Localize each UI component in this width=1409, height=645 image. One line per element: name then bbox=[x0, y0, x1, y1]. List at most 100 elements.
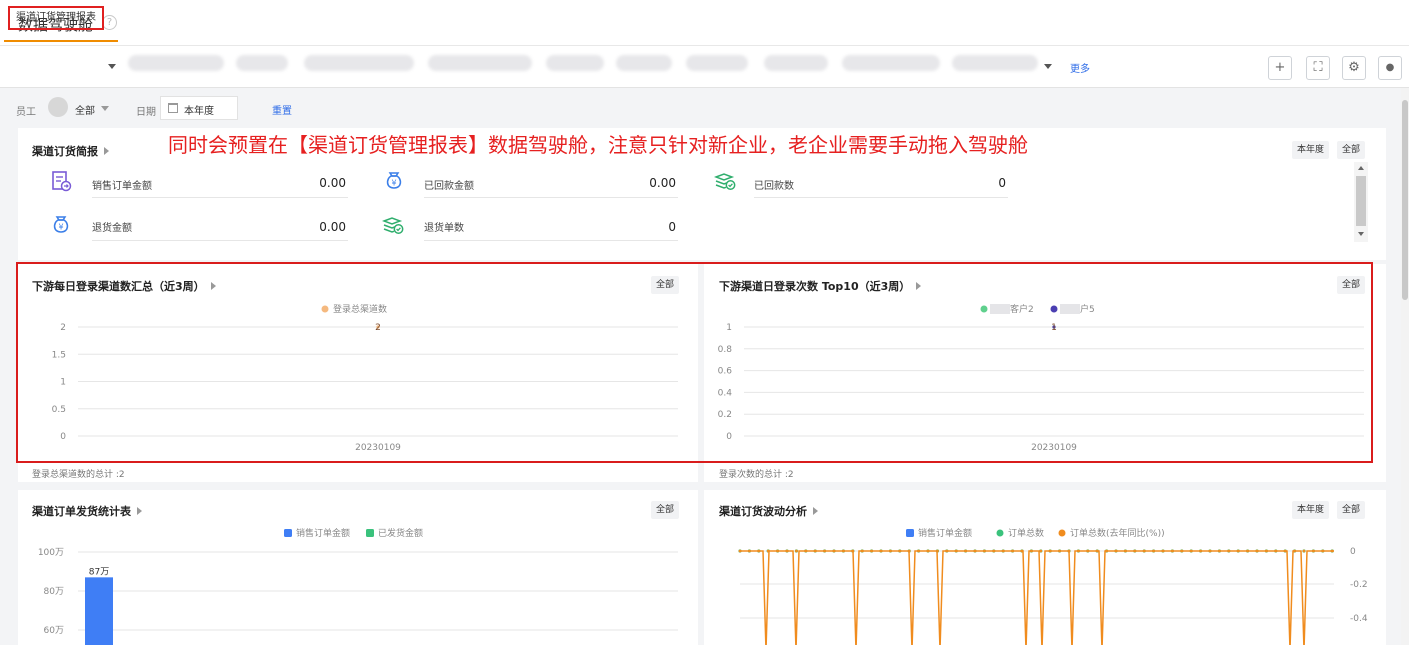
data-point bbox=[1001, 549, 1005, 553]
legend-swatch bbox=[980, 305, 988, 313]
data-point bbox=[1302, 549, 1306, 553]
data-point bbox=[1142, 549, 1146, 553]
avatar[interactable] bbox=[48, 97, 68, 117]
data-point bbox=[776, 549, 779, 553]
data-point bbox=[889, 549, 892, 553]
kpi-value: 0.00 bbox=[319, 176, 346, 190]
all-chip[interactable]: 全部 bbox=[1337, 276, 1366, 294]
fullscreen-icon[interactable]: ⛶ bbox=[1306, 56, 1330, 80]
redacted-tab[interactable] bbox=[304, 55, 414, 71]
x-tick-label: 20230109 bbox=[355, 443, 401, 453]
employee-label: 员工 bbox=[16, 107, 36, 118]
employee-select[interactable]: 全部 bbox=[75, 102, 95, 117]
data-point bbox=[1246, 549, 1249, 553]
kpi-label: 已回款金额 bbox=[424, 181, 474, 192]
chevron-down-icon[interactable] bbox=[108, 64, 116, 69]
redacted-tab[interactable] bbox=[236, 55, 288, 71]
help-icon[interactable]: ? bbox=[102, 15, 117, 30]
scroll-up-icon[interactable] bbox=[1358, 166, 1364, 170]
data-point bbox=[813, 549, 817, 553]
data-point bbox=[992, 549, 996, 553]
chevron-down-icon[interactable] bbox=[101, 106, 109, 111]
data-point bbox=[983, 549, 986, 553]
data-point bbox=[1152, 549, 1155, 553]
data-point bbox=[964, 549, 967, 553]
data-point bbox=[1208, 549, 1212, 553]
data-point bbox=[1161, 549, 1165, 553]
kpi-value: 0 bbox=[998, 176, 1006, 190]
chevron-down-icon[interactable] bbox=[1044, 64, 1052, 69]
shipment-chart: 60万 80万 100万 销售订单金额 已发货金额 87万 bbox=[38, 527, 678, 645]
data-point bbox=[832, 549, 836, 553]
active-tab-indicator bbox=[4, 40, 118, 42]
data-point bbox=[1199, 549, 1202, 553]
login-chart-title[interactable]: 下游每日登录渠道数汇总（近3周） bbox=[32, 278, 216, 294]
shipment-chart-title-text: 渠道订单发货统计表 bbox=[32, 505, 131, 518]
add-icon[interactable]: + bbox=[1268, 56, 1292, 80]
scroll-down-icon[interactable] bbox=[1358, 232, 1364, 236]
kpi-label: 退货金额 bbox=[92, 223, 132, 234]
data-point bbox=[804, 549, 808, 553]
kpi-divider bbox=[92, 240, 348, 241]
redacted-tab[interactable] bbox=[842, 55, 940, 71]
data-point bbox=[879, 549, 883, 553]
svg-text:¥: ¥ bbox=[391, 179, 396, 188]
data-point bbox=[1189, 549, 1193, 553]
kpi-divider bbox=[424, 240, 678, 241]
shield-icon[interactable]: ● bbox=[1378, 56, 1402, 80]
redacted-tab[interactable] bbox=[616, 55, 672, 71]
all-chip[interactable]: 全部 bbox=[651, 276, 680, 294]
summary-title[interactable]: 渠道订货简报 bbox=[32, 143, 109, 159]
legend-label: 已发货金额 bbox=[378, 527, 423, 539]
cash-stack-icon bbox=[714, 173, 736, 190]
data-point bbox=[1020, 549, 1024, 553]
expand-arrow-icon bbox=[916, 282, 922, 290]
all-chip[interactable]: 全部 bbox=[1337, 141, 1366, 159]
all-chip[interactable]: 全部 bbox=[1337, 501, 1366, 519]
data-point bbox=[870, 549, 873, 553]
reset-button[interactable]: 重置 bbox=[272, 102, 292, 117]
redacted-tab[interactable] bbox=[952, 55, 1038, 71]
legend-swatch bbox=[1058, 529, 1066, 537]
all-chip[interactable]: 全部 bbox=[651, 501, 680, 519]
kpi-label: 销售订单金额 bbox=[92, 181, 152, 192]
y-tick-label: 0.6 bbox=[718, 367, 733, 377]
legend-label: 订单总数 bbox=[1008, 527, 1044, 539]
redacted-tab[interactable] bbox=[428, 55, 532, 71]
data-point bbox=[1227, 549, 1231, 553]
kpi-value: 0 bbox=[668, 220, 676, 234]
date-value: 本年度 bbox=[184, 106, 214, 117]
legend-label: 登录总渠道数 bbox=[333, 303, 387, 315]
y-tick-label: 2 bbox=[60, 323, 66, 333]
page-scrollbar-thumb[interactable] bbox=[1402, 100, 1408, 300]
fluctuation-chart-title-text: 渠道订货波动分析 bbox=[719, 505, 807, 518]
redacted-tab[interactable] bbox=[128, 55, 224, 71]
legend-swatch bbox=[321, 305, 329, 313]
y-tick-label: 0 bbox=[60, 432, 66, 442]
summary-scrollbar-thumb[interactable] bbox=[1356, 176, 1366, 226]
title-bar: 数据驾驶舱 ? bbox=[0, 0, 1409, 46]
data-point bbox=[1011, 549, 1014, 553]
redacted-tab[interactable] bbox=[546, 55, 604, 71]
redacted-tab[interactable] bbox=[764, 55, 828, 71]
year-chip[interactable]: 本年度 bbox=[1292, 141, 1330, 159]
top10-chart-title[interactable]: 下游渠道日登录次数 Top10（近3周） bbox=[719, 278, 922, 294]
summary-title-text: 渠道订货简报 bbox=[32, 145, 98, 158]
y-tick-label: 1.5 bbox=[52, 350, 66, 360]
more-tabs-link[interactable]: 更多 bbox=[1070, 60, 1090, 75]
data-point bbox=[1180, 549, 1184, 553]
legend-label: 客户2 bbox=[1010, 303, 1034, 315]
data-point bbox=[1124, 549, 1127, 553]
calendar-icon bbox=[168, 103, 178, 113]
settings-icon[interactable]: ⚙ bbox=[1342, 56, 1366, 80]
redacted-tab[interactable] bbox=[686, 55, 748, 71]
fluctuation-chart-title[interactable]: 渠道订货波动分析 bbox=[719, 503, 818, 519]
data-point bbox=[1312, 549, 1315, 553]
data-point bbox=[936, 549, 939, 553]
shipment-chart-title[interactable]: 渠道订单发货统计表 bbox=[32, 503, 142, 519]
tab-channel-order-report[interactable]: 渠道订货管理报表 bbox=[8, 6, 104, 30]
data-label: 2 bbox=[375, 323, 381, 333]
y-tick-label: 1 bbox=[726, 323, 732, 333]
year-chip[interactable]: 本年度 bbox=[1292, 501, 1330, 519]
data-point bbox=[851, 549, 855, 553]
